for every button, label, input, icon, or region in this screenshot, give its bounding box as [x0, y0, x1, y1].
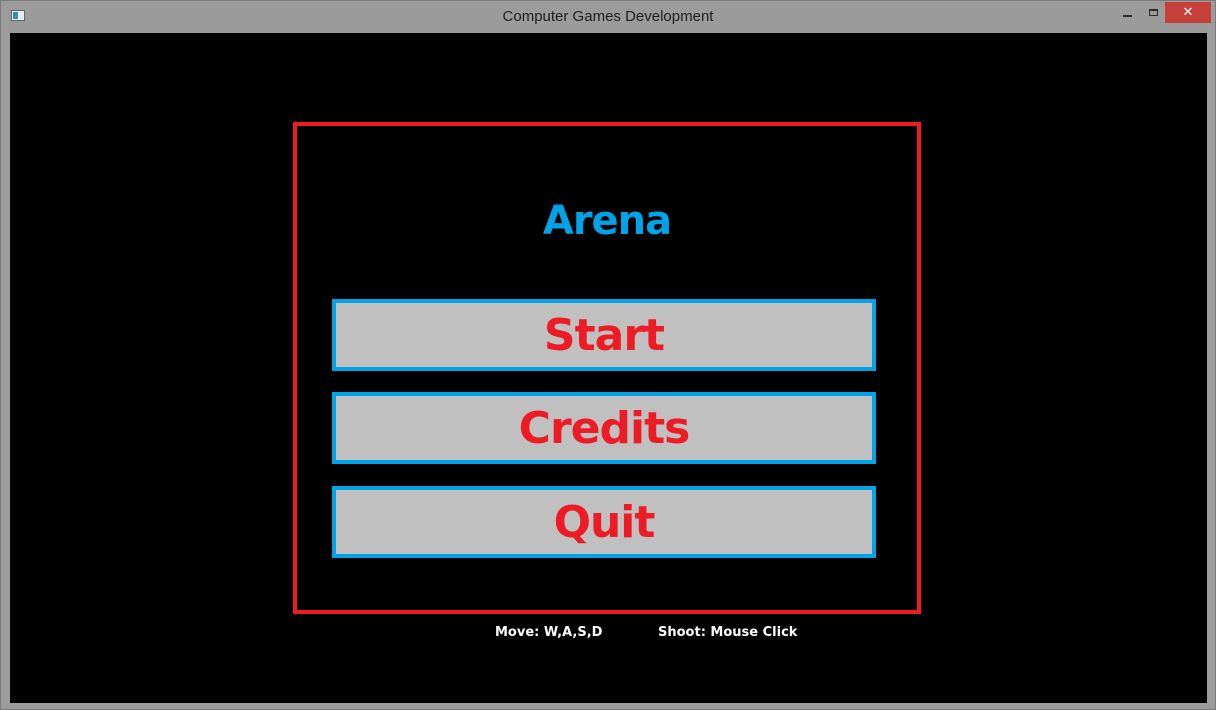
minimize-icon [1122, 15, 1132, 17]
start-button[interactable]: Start [332, 299, 876, 371]
close-icon: ✕ [1182, 5, 1194, 20]
credits-button[interactable]: Credits [332, 392, 876, 464]
shoot-controls-hint: Shoot: Mouse Click [658, 625, 798, 640]
game-title: Arena [542, 198, 672, 244]
maximize-icon [1148, 9, 1158, 16]
minimize-button[interactable] [1114, 2, 1140, 23]
close-button[interactable]: ✕ [1165, 2, 1211, 23]
game-canvas[interactable]: Arena Start Credits Quit Move: W,A,S,D S… [10, 33, 1207, 703]
title-bar[interactable]: Computer Games Development ✕ [1, 1, 1215, 32]
maximize-button[interactable] [1140, 2, 1166, 23]
window-title: Computer Games Development [502, 8, 714, 25]
quit-button[interactable]: Quit [332, 486, 876, 558]
move-controls-hint: Move: W,A,S,D [495, 625, 603, 640]
app-window: Computer Games Development ✕ Arena Start… [0, 0, 1216, 710]
